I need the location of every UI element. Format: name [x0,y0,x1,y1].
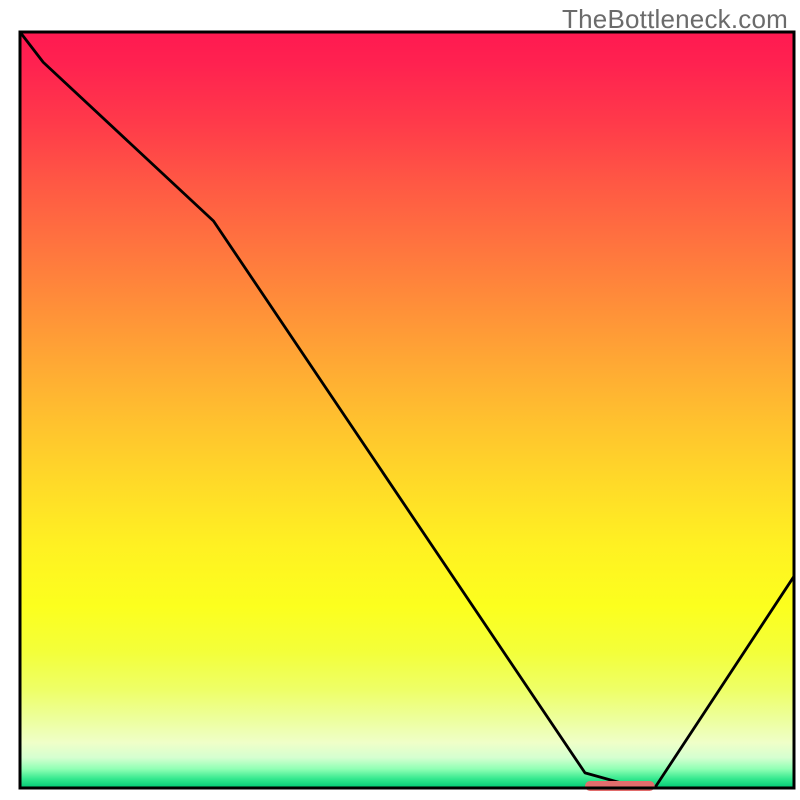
plot-background [20,32,794,788]
chart-svg [0,0,800,800]
watermark-text: TheBottleneck.com [562,4,788,35]
bottleneck-chart: TheBottleneck.com [0,0,800,800]
